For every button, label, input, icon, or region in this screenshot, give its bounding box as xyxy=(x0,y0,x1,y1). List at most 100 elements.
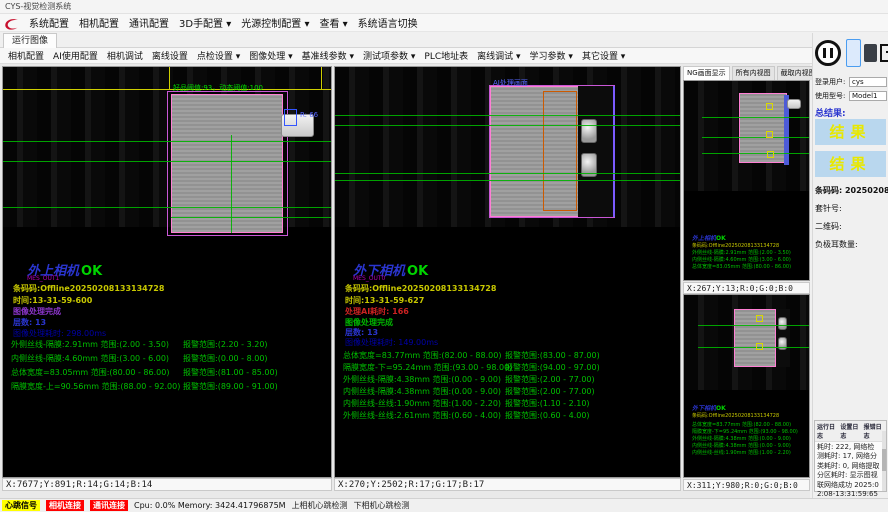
thumb-stud-2 xyxy=(778,337,787,350)
tool-learning-params[interactable]: 学习参数 ▾ xyxy=(530,49,573,62)
pause-button[interactable] xyxy=(815,40,841,66)
measurement-value: 总体宽度=83.77mm 范围:(82.00 - 88.00) xyxy=(343,350,505,361)
menu-item-light-config[interactable]: 光源控制配置 ▾ xyxy=(241,15,309,30)
login-user-value[interactable]: cys xyxy=(849,77,887,87)
model-value[interactable]: Model1 xyxy=(849,91,887,101)
measurement-value: 隔膜宽度-上=90.56mm 范围:(88.00 - 92.00) xyxy=(11,381,183,392)
heartbeat-badge: 心跳信号 xyxy=(2,500,40,511)
measurement-row: 外侧丝线-隔膜:2.91mm 范围:(2.00 - 3.50) 报警范围:(2.… xyxy=(11,339,268,350)
layer-count-text: 层数: 13 xyxy=(13,317,46,328)
thumb-view-lower[interactable]: 外下相机OK 条码码:Offline20250208133134728 总体宽度… xyxy=(683,294,810,478)
dark-zone xyxy=(578,86,614,217)
title-bar: CYS-视觉检测系统 xyxy=(0,0,888,14)
measurement-value: 内侧丝线-丝线:1.90mm 范围:(1.00 - 2.20) xyxy=(343,398,505,409)
qr-label: 二维码: xyxy=(815,221,842,232)
barcode-text: 条码码:Offline20250208133134728 xyxy=(13,283,164,294)
menu-item-system-config[interactable]: 系统配置 xyxy=(29,15,69,30)
tool-plc-address[interactable]: PLC地址表 xyxy=(424,49,468,62)
log-tab-run[interactable]: 运行日志 xyxy=(817,422,837,440)
log-tabs: 运行日志 设置日志 报错日志 xyxy=(815,421,886,442)
tool-test-params[interactable]: 测试项参数 ▾ xyxy=(363,49,415,62)
tab-all-views[interactable]: 所有内视图 xyxy=(732,66,775,80)
tool-image-processing[interactable]: 图像处理 ▾ xyxy=(249,49,292,62)
tool-offline-settings[interactable]: 离线设置 xyxy=(152,49,188,62)
elapsed-text: 图像处理耗时: 298.00ms xyxy=(13,328,106,339)
camera-status-ok: OK xyxy=(81,264,102,279)
user-login-button[interactable] xyxy=(846,39,861,67)
menu-bar: 系统配置 相机配置 通讯配置 3D手配置 ▾ 光源控制配置 ▾ 查看 ▾ 系统语… xyxy=(0,14,888,32)
thumb-measure-4: 内侧丝线-隔膜:4.38mm 范围:(0.00 - 9.00) xyxy=(692,442,791,449)
thumb-marker-1 xyxy=(766,103,773,110)
roi-line-violet xyxy=(613,86,615,217)
thumb-barcode: 条码码:Offline20250208133134728 xyxy=(692,242,779,249)
measure-line-green-3 xyxy=(3,207,332,208)
menu-item-view[interactable]: 查看 ▾ xyxy=(319,15,347,30)
measurement-value: 外侧丝线-隔膜:2.91mm 范围:(2.00 - 3.50) xyxy=(11,339,183,350)
thumb-measure-1: 外侧丝线-隔膜:2.91mm 范围:(2.00 - 3.50) xyxy=(692,249,791,256)
menu-item-camera-config[interactable]: 相机配置 xyxy=(79,15,119,30)
menu-item-language[interactable]: 系统语言切换 xyxy=(358,15,418,30)
thumb-measure-1: 总体宽度=83.77mm 范围:(82.00 - 88.00) xyxy=(692,421,791,428)
measure-line-green-4 xyxy=(335,180,681,181)
marker-label: R: 66 xyxy=(300,111,318,119)
exit-button[interactable] xyxy=(880,44,888,62)
tool-camera-config[interactable]: 相机配置 xyxy=(8,49,44,62)
measurement-row: 隔膜宽度-上=90.56mm 范围:(88.00 - 92.00) 报警范围:(… xyxy=(11,381,278,392)
measure-line-green-v xyxy=(231,135,232,233)
lower-camera-heartbeat-link[interactable]: 下相机心跳检测 xyxy=(354,500,410,511)
tab-run-image[interactable]: 运行图像 xyxy=(3,33,57,48)
tool-camera-debug[interactable]: 相机调试 xyxy=(107,49,143,62)
measurement-row: 总体宽度=83.05mm 范围:(80.00 - 86.00) 报警范围:(81… xyxy=(11,367,278,378)
measurement-value: 隔膜宽度-下=95.24mm 范围:(93.00 - 98.00) xyxy=(343,362,505,373)
tool-spotcheck-settings[interactable]: 点检设置 ▾ xyxy=(197,49,240,62)
tool-other-settings[interactable]: 其它设置 ▾ xyxy=(582,49,625,62)
login-user-field: 登录用户: cys xyxy=(815,77,887,87)
log-tab-errors[interactable]: 报错日志 xyxy=(864,422,884,440)
thumb-marker-1 xyxy=(756,315,763,322)
camera-status-ok: OK xyxy=(716,235,726,242)
tool-ai-config[interactable]: AI使用配置 xyxy=(53,49,98,62)
tool-offline-debug[interactable]: 离线调试 ▾ xyxy=(477,49,520,62)
menu-item-comm-config[interactable]: 通讯配置 xyxy=(129,15,169,30)
thumb-coords-upper: X:267;Y:13;R:0;G:0;B:0 xyxy=(683,282,810,294)
roi-line-yellow-v1 xyxy=(169,67,170,89)
tab-ng-display[interactable]: NG画面显示 xyxy=(683,66,730,80)
camera-name: 外上相机 xyxy=(692,235,716,242)
main-content: 好品阈值:93，动态阈值:100 R: 66 外上相机OK MES_OUT1 条… xyxy=(0,64,810,498)
inspected-part-image xyxy=(171,94,283,233)
window-title: CYS-视觉检测系统 xyxy=(5,2,71,11)
log-scrollbar[interactable] xyxy=(882,431,886,491)
tab-strip: 运行图像 xyxy=(0,32,888,48)
elapsed-text: 图像处理耗时: 149.00ms xyxy=(345,337,438,348)
measurement-row: 外侧丝线-丝线:2.61mm 范围:(0.60 - 4.00) 报警范围:(0.… xyxy=(343,410,590,421)
measure-line-green-2 xyxy=(335,125,681,126)
page-background xyxy=(0,512,888,522)
user-manage-button[interactable] xyxy=(864,44,877,62)
weld-stud-1 xyxy=(581,119,597,143)
camera-status-ok: OK xyxy=(716,405,726,412)
measure-line-green-3 xyxy=(335,173,681,174)
thumb-view-upper[interactable]: 外上相机OK 条码码:Offline20250208133134728 外侧丝线… xyxy=(683,80,810,281)
menu-item-3d-config[interactable]: 3D手配置 ▾ xyxy=(179,15,231,30)
thumb-stud-1 xyxy=(778,317,787,330)
app-window: CYS-视觉检测系统 系统配置 相机配置 通讯配置 3D手配置 ▾ 光源控制配置… xyxy=(0,0,888,522)
cpu-memory-text: Cpu: 0.0% Memory: 3424.41796875M xyxy=(134,501,286,510)
app-logo-icon xyxy=(4,16,19,29)
camera-view-upper[interactable]: 好品阈值:93，动态阈值:100 R: 66 外上相机OK MES_OUT1 条… xyxy=(2,66,332,478)
thumb-part-image xyxy=(734,309,776,367)
total-result-label: 总结果: xyxy=(815,106,846,119)
thumb-marker-2 xyxy=(756,343,763,350)
measurement-row: 内侧丝线-丝线:1.90mm 范围:(1.00 - 2.20) 报警范围:(1.… xyxy=(343,398,590,409)
cursor-coords-lower: X:270;Y:2502;R:17;G:17;B:17 xyxy=(334,478,681,491)
thumb-camera-title: 外下相机OK xyxy=(692,403,726,412)
measure-line-green-2 xyxy=(3,161,332,162)
ai-frame-label: AI处理画面 xyxy=(493,78,528,88)
tool-baseline-params[interactable]: 基准线参数 ▾ xyxy=(302,49,354,62)
thumb-measure-5: 内侧丝线-丝线:1.90mm 范围:(1.00 - 2.20) xyxy=(692,449,791,456)
log-tab-settings[interactable]: 设置日志 xyxy=(840,422,860,440)
camera-view-lower[interactable]: AI处理画面 外下相机OK MES_OUT0 条码码:Offline202502… xyxy=(334,66,681,478)
result-box-upper: 结果 xyxy=(815,119,886,145)
thumb-measure-3: 外侧丝线-隔膜:4.38mm 范围:(0.00 - 9.00) xyxy=(692,435,791,442)
upper-camera-heartbeat-link[interactable]: 上相机心跳检测 xyxy=(292,500,348,511)
measure-line-green-4 xyxy=(171,217,332,218)
